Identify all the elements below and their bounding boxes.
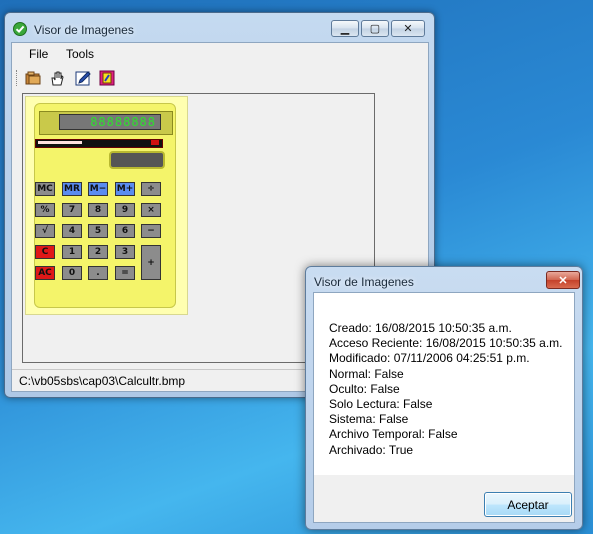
calc-key-2: 2 [88,245,108,259]
status-file-path: C:\vb05sbs\cap03\Calcultr.bmp [19,374,186,388]
calc-key-divide: ÷ [141,182,161,196]
dialog-client-area: Creado: 16/08/2015 10:50:35 a.m. Acceso … [313,292,575,523]
calc-key-equals: = [115,266,135,280]
calculator-stripe-red [151,140,159,145]
calc-key-3: 3 [115,245,135,259]
calculator-solar-panel [109,151,165,169]
calc-key-5: 5 [88,224,108,238]
hand-icon[interactable] [48,69,66,87]
calc-key-multiply: × [141,203,161,217]
properties-icon[interactable] [98,69,116,87]
calc-key-9: 9 [115,203,135,217]
maximize-button[interactable]: ▢ [361,20,389,37]
info-hidden: Oculto: False [329,382,400,396]
calculator-image: 88888888 MC MR M− M+ ÷ % 7 8 9 × √ 4 5 6… [25,96,188,315]
calc-key-mr: MR [62,182,82,196]
calculator-display: 88888888 [59,114,161,130]
calc-key-c: C [35,245,55,259]
window-title: Visor de Imagenes [34,23,134,37]
menu-file[interactable]: File [25,46,52,62]
calc-key-sqrt: √ [35,224,55,238]
info-dialog: Visor de Imagenes ✕ Creado: 16/08/2015 1… [305,266,583,530]
calc-key-mminus: M− [88,182,108,196]
calc-key-mplus: M+ [115,182,135,196]
info-readonly: Solo Lectura: False [329,397,433,411]
menu-tools[interactable]: Tools [62,46,98,62]
calc-key-percent: % [35,203,55,217]
info-normal: Normal: False [329,367,404,381]
edit-icon[interactable] [74,69,92,87]
toolbar [12,66,428,90]
info-temporary: Archivo Temporal: False [329,427,458,441]
toolbar-grip [16,70,19,86]
calc-key-6: 6 [115,224,135,238]
calculator-display-value: 88888888 [90,115,156,129]
calc-key-mc: MC [35,182,55,196]
calc-key-4: 4 [62,224,82,238]
folder-open-icon[interactable] [24,69,42,87]
maximize-icon: ▢ [369,23,381,35]
calc-key-minus: − [141,224,161,238]
calc-key-7: 7 [62,203,82,217]
close-icon: ✕ [558,274,568,287]
calc-key-8: 8 [88,203,108,217]
accept-button[interactable]: Aceptar [484,492,572,517]
minimize-button[interactable]: ▁ [331,20,359,37]
dialog-close-button[interactable]: ✕ [546,271,580,289]
info-system: Sistema: False [329,412,409,426]
info-archive: Archivado: True [329,443,414,457]
close-button[interactable]: ✕ [391,20,425,37]
close-icon: ✕ [403,23,413,35]
calc-key-ac: AC [35,266,55,280]
calc-key-1: 1 [62,245,82,259]
calc-key-0: 0 [62,266,82,280]
calc-key-dot: . [88,266,108,280]
calculator-stripe-light [38,141,82,144]
calc-key-plus: + [141,245,161,280]
info-created: Creado: 16/08/2015 10:50:35 a.m. [329,321,512,335]
dialog-title: Visor de Imagenes [314,275,414,289]
info-last-access: Acceso Reciente: 16/08/2015 10:50:35 a.m… [329,336,563,350]
calculator-body: 88888888 MC MR M− M+ ÷ % 7 8 9 × √ 4 5 6… [34,103,176,308]
app-check-icon [13,22,27,36]
info-modified: Modificado: 07/11/2006 04:25:51 p.m. [329,351,530,365]
minimize-icon: ▁ [340,23,350,35]
